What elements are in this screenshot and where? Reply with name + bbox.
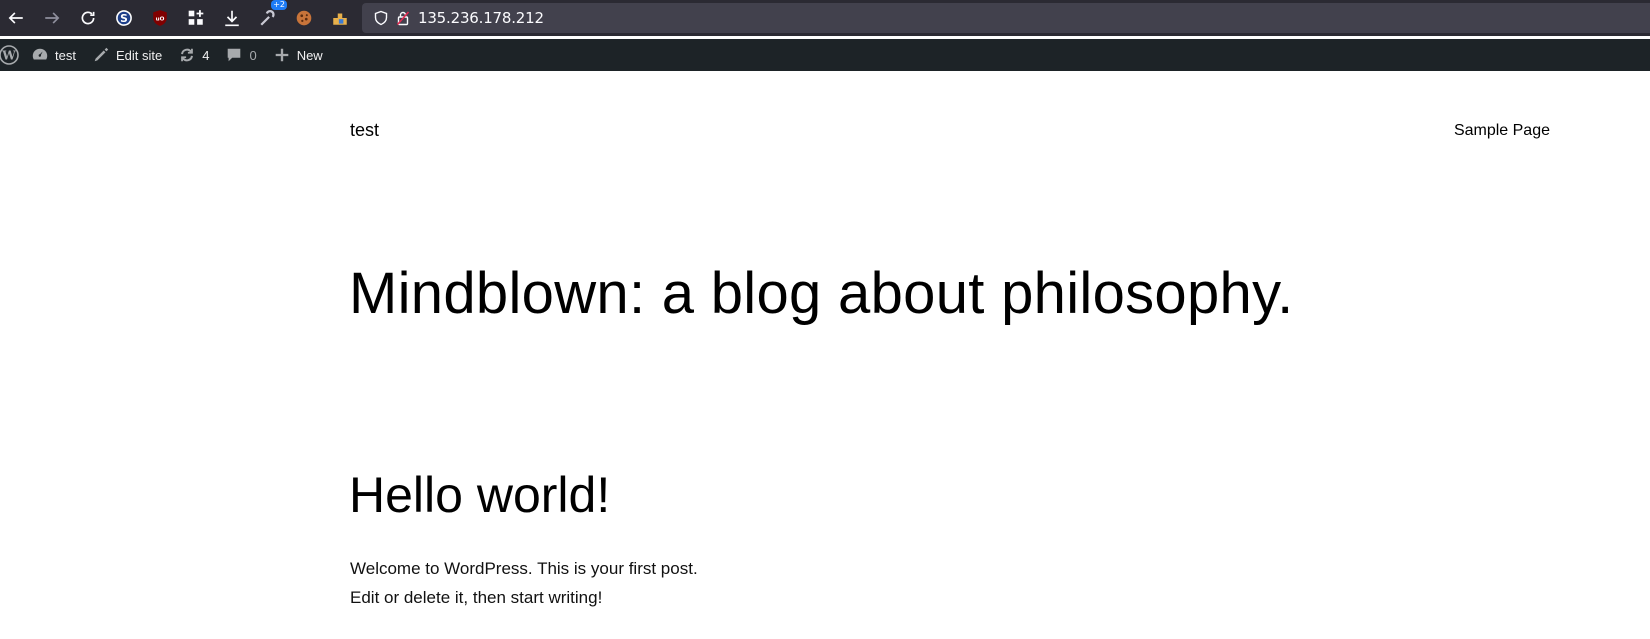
svg-text:W: W: [1, 49, 16, 63]
forward-icon[interactable]: [40, 6, 64, 30]
ublock-icon[interactable]: uO: [148, 6, 172, 30]
new-label: New: [296, 47, 323, 63]
insecure-lock-icon[interactable]: [394, 9, 412, 27]
extension-badge: +2: [271, 0, 287, 10]
admin-site-name[interactable]: test: [23, 39, 84, 71]
s-extension-icon[interactable]: S: [112, 6, 136, 30]
url-text[interactable]: 135.236.178.212: [418, 9, 544, 27]
wp-admin-bar: W test Edit site 4 0 New: [0, 39, 1650, 71]
admin-site-name-label: test: [55, 47, 76, 63]
comments-count: 0: [249, 47, 257, 63]
site-title[interactable]: test: [350, 120, 379, 141]
svg-text:S: S: [120, 12, 128, 25]
post-excerpt-line: Edit or delete it, then start writing!: [350, 588, 603, 607]
comments-button[interactable]: 0: [217, 39, 264, 71]
plus-icon: [275, 48, 288, 62]
post-excerpt: Welcome to WordPress. This is your first…: [350, 554, 770, 612]
svg-text:uO: uO: [156, 16, 165, 22]
updates-button[interactable]: 4: [170, 39, 217, 71]
url-bar[interactable]: 135.236.178.212: [362, 3, 1650, 33]
shield-icon[interactable]: [372, 9, 390, 27]
puzzle-extension-icon[interactable]: [328, 6, 352, 30]
post-title[interactable]: Hello world!: [349, 468, 610, 523]
reload-icon[interactable]: [76, 6, 100, 30]
edit-site-label: Edit site: [115, 47, 163, 63]
edit-site-button[interactable]: Edit site: [84, 39, 170, 71]
page-tagline: Mindblown: a blog about philosophy.: [349, 261, 1294, 326]
comment-icon: [228, 48, 241, 62]
cookie-icon[interactable]: [292, 6, 316, 30]
extensions-grid-icon[interactable]: [184, 6, 208, 30]
updates-count: 4: [202, 47, 210, 63]
brush-icon: [94, 47, 109, 62]
multi-extension-icon[interactable]: +2: [256, 0, 287, 30]
wordpress-logo-icon[interactable]: W: [0, 39, 23, 71]
back-icon[interactable]: [4, 6, 28, 30]
post-excerpt-line: Welcome to WordPress. This is your first…: [350, 559, 698, 578]
download-icon[interactable]: [220, 6, 244, 30]
updates-icon: [181, 48, 194, 62]
new-content-button[interactable]: New: [265, 39, 331, 71]
nav-link-sample-page[interactable]: Sample Page: [1454, 122, 1550, 140]
dashboard-icon: [32, 48, 48, 60]
